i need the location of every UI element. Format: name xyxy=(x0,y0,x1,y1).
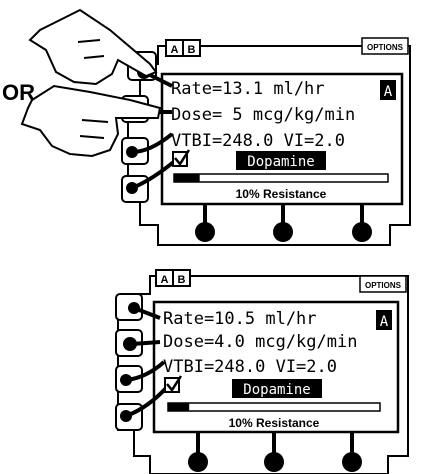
options-label-2: OPTIONS xyxy=(365,281,402,290)
channel-badge-label-2: A xyxy=(380,314,389,330)
vtbi-readout: VTBI=248.0 VI=2.0 xyxy=(171,131,345,151)
tab-a-label: A xyxy=(171,44,179,56)
bottom-button-2-1[interactable] xyxy=(188,452,208,472)
resistance-bar-fill xyxy=(174,174,200,182)
resistance-label-2: 10% Resistance xyxy=(229,416,320,430)
channel-badge-label: A xyxy=(384,84,393,100)
resistance-bar xyxy=(173,173,389,183)
or-label: OR xyxy=(2,80,35,105)
tab-b-label-2: B xyxy=(178,274,186,286)
pump-screen-top: A B OPTIONS Rate=13.1 ml/hr A Dose= 5 mc… xyxy=(121,37,411,246)
rate-readout-2: Rate=10.5 ml/hr xyxy=(163,309,317,329)
resistance-label: 10% Resistance xyxy=(236,187,327,201)
pump-screen-bottom: A B OPTIONS Rate=10.5 ml/hr A Dose=4.0 m… xyxy=(115,269,409,474)
rate-readout: Rate=13.1 ml/hr xyxy=(171,79,325,99)
tab-a-label-2: A xyxy=(161,274,169,286)
pump-illustration: A B OPTIONS Rate=13.1 ml/hr A Dose= 5 mc… xyxy=(2,8,411,474)
dose-readout: Dose= 5 mcg/kg/min xyxy=(171,105,355,125)
dose-readout-2: Dose=4.0 mcg/kg/min xyxy=(163,332,357,352)
bottom-button-1[interactable] xyxy=(195,222,215,242)
bottom-button-3[interactable] xyxy=(352,222,372,242)
drug-name-2: Dopamine xyxy=(243,382,310,398)
bottom-button-2[interactable] xyxy=(273,222,293,242)
drug-name: Dopamine xyxy=(247,154,314,170)
tab-b-label: B xyxy=(188,44,196,56)
bottom-button-2-3[interactable] xyxy=(342,452,362,472)
options-label: OPTIONS xyxy=(367,43,404,52)
resistance-bar-fill-2 xyxy=(168,403,190,411)
bottom-button-2-2[interactable] xyxy=(264,452,284,472)
vtbi-readout-2: VTBI=248.0 VI=2.0 xyxy=(163,357,337,377)
resistance-bar-2 xyxy=(167,402,381,412)
